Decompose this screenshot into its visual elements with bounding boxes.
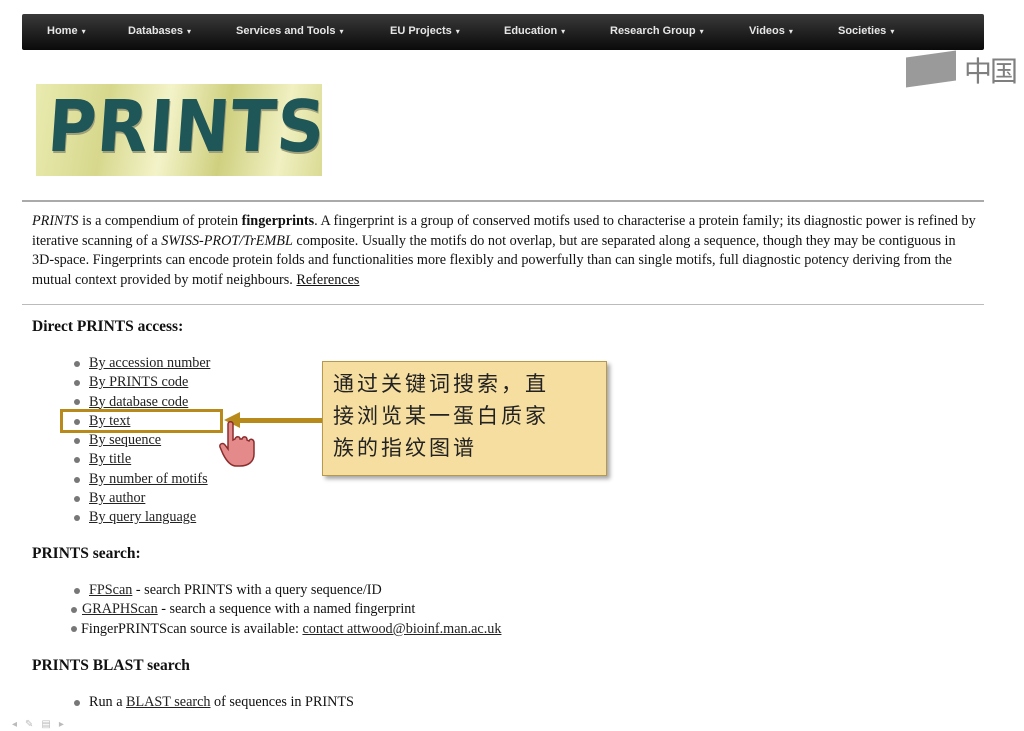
chevron-down-icon: ▾ [81, 27, 86, 36]
nav-home[interactable]: Home ▾ [47, 25, 86, 37]
list-item: By query language [74, 508, 210, 527]
graphscan-description: - search a sequence with a named fingerp… [157, 601, 416, 618]
direct-access-list: By accession number By PRINTS code By da… [74, 354, 210, 528]
direct-access-heading: Direct PRINTS access: [32, 318, 184, 335]
contact-link[interactable]: contact attwood@bioinf.man.ac.uk [302, 621, 501, 637]
slides-icon[interactable]: ▤ [41, 719, 58, 730]
nav-societies[interactable]: Societies ▾ [838, 25, 894, 37]
nav-education[interactable]: Education ▾ [504, 25, 565, 37]
references-link[interactable]: References [296, 272, 359, 288]
prints-logo: PRINTS [36, 84, 322, 176]
cube-icon [906, 50, 956, 88]
nav-societies-label: Societies [838, 25, 887, 37]
previous-icon[interactable]: ◂ [12, 719, 25, 730]
bullet-icon [74, 360, 80, 367]
nav-videos[interactable]: Videos ▾ [749, 25, 793, 37]
list-item: By accession number [74, 354, 210, 373]
pen-icon[interactable]: ✎ [25, 719, 41, 730]
bullet-icon [71, 607, 77, 614]
blast-tail-text: of sequences in PRINTS [210, 694, 354, 710]
source-text: FingerPRINTScan source is available: [81, 620, 303, 637]
intro-swiss: SWISS-PROT/TrEMBL [161, 232, 293, 249]
by-author-link[interactable]: By author [89, 490, 145, 506]
nav-services-tools[interactable]: Services and Tools ▾ [236, 25, 343, 37]
by-query-language-link[interactable]: By query language [89, 509, 196, 525]
chevron-down-icon: ▾ [890, 27, 895, 36]
nav-research-label: Research Group [610, 25, 696, 37]
nav-home-label: Home [47, 25, 78, 37]
chevron-down-icon: ▾ [788, 27, 793, 36]
prints-blast-list: Run a BLAST search of sequences in PRINT… [74, 693, 354, 712]
by-prints-code-link[interactable]: By PRINTS code [89, 374, 188, 390]
nav-eu-projects[interactable]: EU Projects ▾ [390, 25, 460, 37]
bullet-icon [74, 699, 80, 706]
corner-watermark-logo: 中国 [906, 48, 1024, 88]
by-number-of-motifs-link[interactable]: By number of motifs [89, 471, 208, 487]
nav-services-label: Services and Tools [236, 25, 336, 37]
bullet-icon [74, 457, 80, 464]
by-database-code-link[interactable]: By database code [89, 394, 188, 410]
intro-text-1: is a compendium of protein [78, 213, 242, 229]
intro-paragraph: PRINTS is a compendium of protein finger… [32, 212, 980, 290]
nav-databases[interactable]: Databases ▾ [128, 25, 191, 37]
list-item: Run a BLAST search of sequences in PRINT… [74, 693, 354, 712]
bullet-icon [74, 380, 80, 387]
callout-line-1: 通过关键词搜索，直 [333, 372, 549, 396]
annotation-callout: 通过关键词搜索，直 接浏览某一蛋白质家 族的指纹图谱 [322, 361, 607, 476]
bullet-icon [74, 476, 80, 483]
divider [22, 200, 984, 202]
list-item: FPScan - search PRINTS with a query sequ… [74, 581, 501, 600]
by-sequence-link[interactable]: By sequence [89, 432, 161, 448]
callout-line-3: 族的指纹图谱 [333, 436, 477, 460]
highlight-box [60, 409, 223, 433]
player-controls: ◂✎▤▸ [12, 719, 72, 730]
corner-logo-text: 中国 [964, 55, 1018, 88]
chevron-down-icon: ▾ [455, 27, 460, 36]
prints-blast-heading: PRINTS BLAST search [32, 657, 190, 674]
nav-research-group[interactable]: Research Group ▾ [610, 25, 704, 37]
by-title-link[interactable]: By title [89, 451, 131, 467]
fpscan-description: - search PRINTS with a query sequence/ID [132, 582, 382, 598]
bullet-icon [74, 399, 80, 406]
chevron-down-icon: ▾ [699, 27, 704, 36]
list-item: By sequence [74, 431, 210, 450]
bullet-icon [74, 437, 80, 444]
list-item: By author [74, 489, 210, 508]
by-accession-link[interactable]: By accession number [89, 355, 210, 371]
bullet-icon [74, 515, 80, 522]
run-text: Run a [89, 694, 127, 710]
bullet-icon [71, 626, 77, 633]
list-item: By title [74, 450, 210, 469]
nav-education-label: Education [504, 25, 558, 37]
prints-logo-text: PRINTS [45, 84, 322, 169]
callout-line-2: 接浏览某一蛋白质家 [333, 404, 549, 428]
top-navbar: Home ▾ Databases ▾ Services and Tools ▾ EU … [22, 14, 984, 50]
hand-pointer-icon [219, 421, 255, 467]
list-item: FingerPRINTScan source is available: con… [71, 620, 501, 639]
fpscan-link[interactable]: FPScan [89, 582, 132, 598]
nav-videos-label: Videos [749, 25, 785, 37]
blast-search-link[interactable]: BLAST search [126, 694, 210, 710]
prints-search-list: FPScan - search PRINTS with a query sequ… [71, 581, 501, 639]
list-item: By number of motifs [74, 470, 210, 489]
chevron-down-icon: ▾ [561, 27, 566, 36]
divider [22, 304, 984, 305]
chevron-down-icon: ▾ [339, 27, 344, 36]
bullet-icon [74, 495, 80, 502]
bullet-icon [74, 587, 80, 594]
nav-databases-label: Databases [128, 25, 184, 37]
list-item: By PRINTS code [74, 373, 210, 392]
graphscan-link[interactable]: GRAPHScan [82, 601, 158, 617]
prints-search-heading: PRINTS search: [32, 545, 141, 562]
next-icon[interactable]: ▸ [59, 719, 72, 730]
intro-fingerprints: fingerprints [241, 213, 315, 229]
list-item: GRAPHScan - search a sequence with a nam… [71, 600, 501, 619]
nav-eu-label: EU Projects [390, 25, 452, 37]
chevron-down-icon: ▾ [187, 27, 192, 36]
intro-prints: PRINTS [32, 213, 79, 229]
